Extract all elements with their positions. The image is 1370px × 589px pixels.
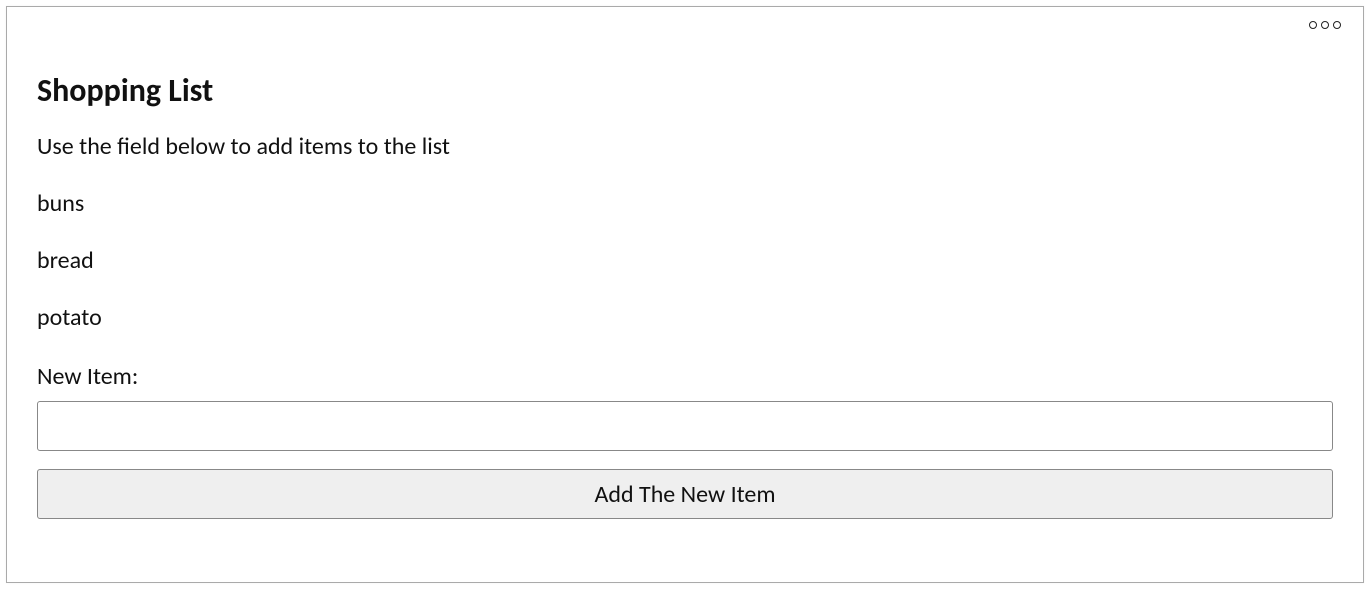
add-item-button[interactable]: Add The New Item (37, 469, 1333, 519)
page-title: Shopping List (37, 71, 1333, 110)
more-options-icon[interactable] (1309, 21, 1341, 29)
new-item-input[interactable] (37, 401, 1333, 451)
shopping-list-card: Shopping List Use the field below to add… (6, 6, 1364, 583)
page-subtitle: Use the field below to add items to the … (37, 132, 1333, 161)
list-item: potato (37, 303, 1333, 332)
list-item: bread (37, 246, 1333, 275)
item-list: buns bread potato (37, 189, 1333, 332)
list-item: buns (37, 189, 1333, 218)
new-item-label: New Item: (37, 362, 1333, 391)
